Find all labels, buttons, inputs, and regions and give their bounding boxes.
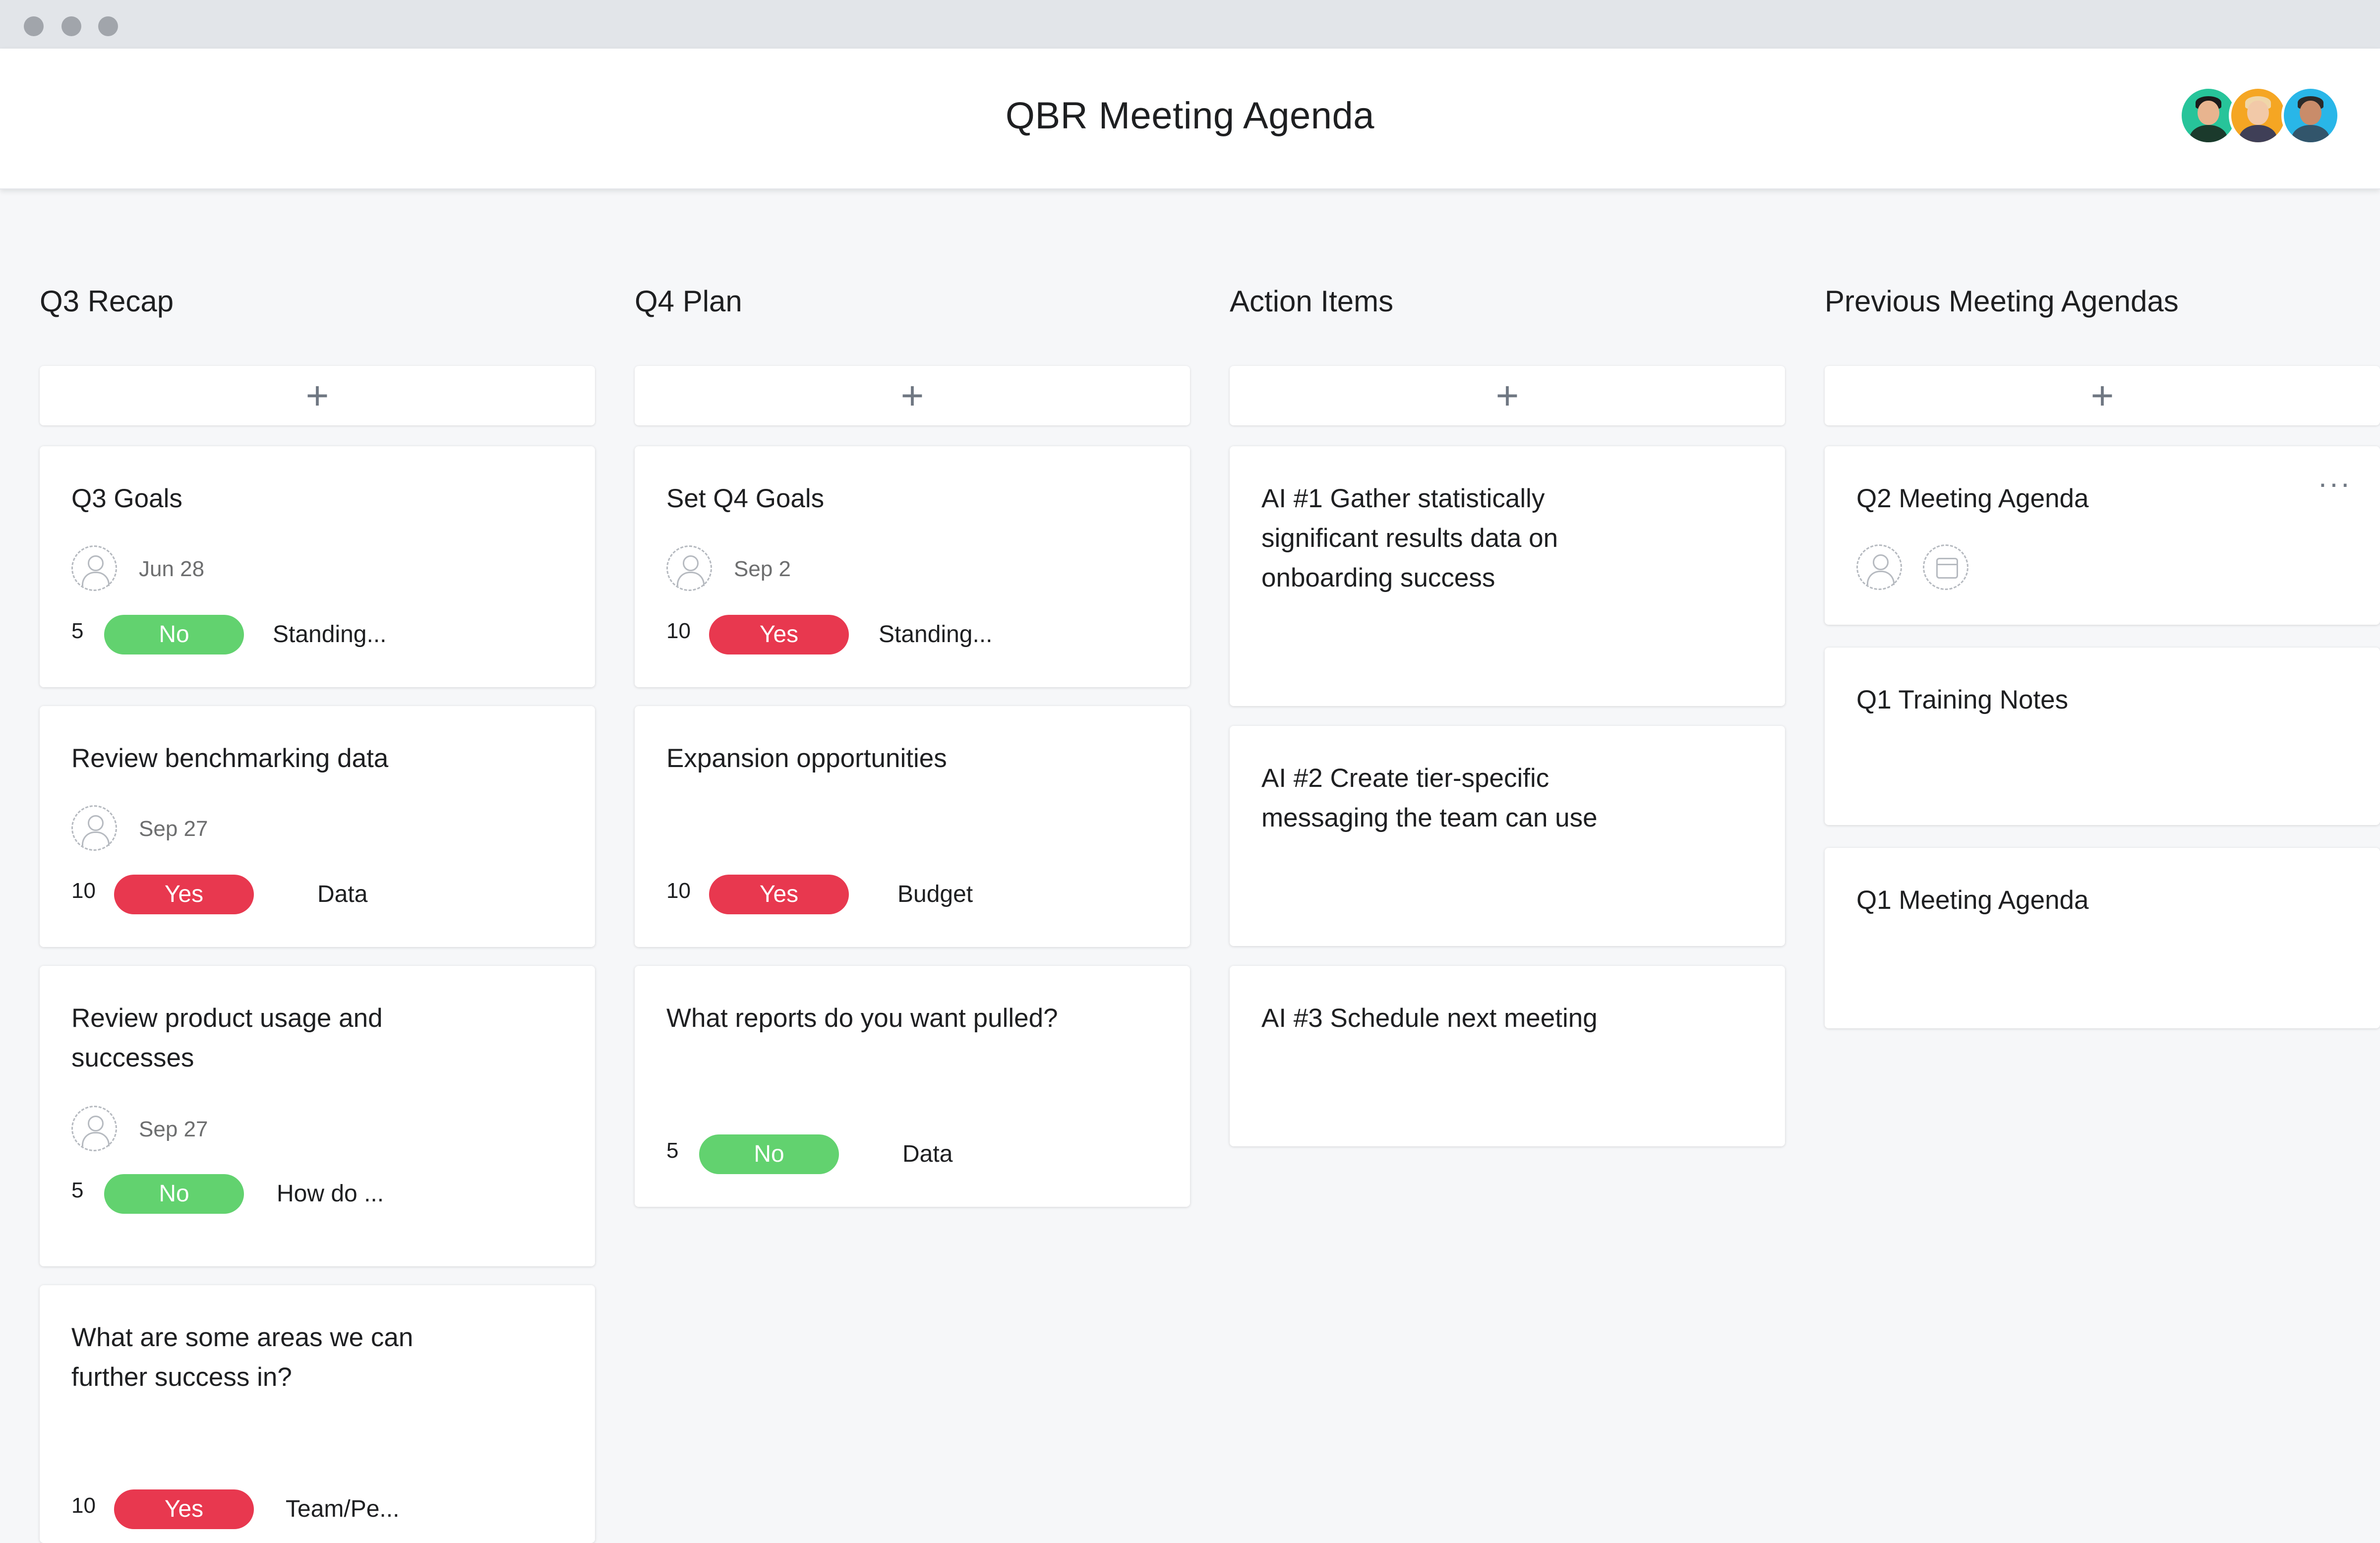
calendar-icon[interactable]: [1923, 544, 1968, 590]
estimate-value: 10: [666, 619, 691, 643]
members-avatars[interactable]: [2179, 86, 2343, 148]
due-date[interactable]: Sep 27: [139, 1117, 208, 1142]
status-pill[interactable]: Yes: [114, 875, 254, 914]
task-card[interactable]: Review benchmarking data Sep 27 10 Yes D…: [40, 706, 595, 947]
task-card[interactable]: What reports do you want pulled? 5 No Da…: [635, 966, 1190, 1207]
estimate-value: 10: [666, 879, 691, 903]
due-date[interactable]: Sep 27: [139, 817, 208, 841]
project-header: QBR Meeting Agenda: [0, 49, 2380, 189]
estimate-value: 10: [71, 879, 96, 903]
category-tag: Standing...: [273, 621, 387, 648]
category-tag: Data: [317, 881, 368, 907]
status-pill[interactable]: Yes: [114, 1489, 254, 1529]
column-title: Q3 Recap: [40, 285, 174, 318]
window-title-bar: [0, 0, 2380, 49]
column-title: Q4 Plan: [635, 285, 742, 318]
task-card[interactable]: Q1 Training Notes: [1825, 648, 2380, 825]
avatar[interactable]: [2229, 86, 2287, 145]
assignee-placeholder-icon[interactable]: [71, 1106, 117, 1151]
column-title: Action Items: [1230, 285, 1394, 318]
assignee-placeholder-icon[interactable]: [666, 545, 712, 591]
status-pill[interactable]: Yes: [709, 615, 849, 654]
task-title: Review benchmarking data: [71, 744, 389, 773]
assignee-placeholder-icon[interactable]: [71, 805, 117, 851]
add-task-button[interactable]: +: [1230, 366, 1785, 425]
add-task-button[interactable]: +: [1825, 366, 2380, 425]
estimate-value: 5: [666, 1138, 679, 1163]
more-options-icon[interactable]: ...: [2319, 462, 2352, 492]
board-column-q4-plan: Q4 Plan + Set Q4 Goals Sep 2 10 Yes Stan…: [635, 278, 1190, 1207]
board-column-action-items: Action Items + AI #1 Gather statisticall…: [1230, 278, 1785, 1146]
assignee-placeholder-icon[interactable]: [71, 545, 117, 591]
status-pill[interactable]: No: [699, 1134, 839, 1174]
add-task-button[interactable]: +: [635, 366, 1190, 425]
task-title: Q2 Meeting Agenda: [1856, 484, 2089, 513]
task-card[interactable]: Expansion opportunities 10 Yes Budget: [635, 706, 1190, 947]
category-tag: Team/Pe...: [286, 1496, 400, 1522]
category-tag: Standing...: [879, 621, 993, 648]
task-title: What reports do you want pulled?: [666, 1004, 1058, 1033]
task-title: Set Q4 Goals: [666, 484, 825, 513]
status-pill[interactable]: No: [104, 1174, 244, 1214]
assignee-placeholder-icon[interactable]: [1856, 544, 1902, 590]
task-title: What are some areas we can further succe…: [71, 1323, 414, 1392]
task-title: Q1 Training Notes: [1856, 685, 2069, 714]
window-minimize-dot[interactable]: [61, 16, 81, 36]
task-card[interactable]: AI #1 Gather statistically significant r…: [1230, 446, 1785, 706]
task-card[interactable]: Review product usage and successes Sep 2…: [40, 966, 595, 1266]
task-card[interactable]: Q1 Meeting Agenda: [1825, 848, 2380, 1028]
category-tag: How do ...: [277, 1181, 384, 1207]
estimate-value: 10: [71, 1493, 96, 1518]
task-card[interactable]: Q2 Meeting Agenda ...: [1825, 446, 2380, 625]
category-tag: Budget: [897, 881, 973, 907]
task-title: AI #3 Schedule next meeting: [1261, 1004, 1598, 1033]
project-title: QBR Meeting Agenda: [1005, 95, 1375, 137]
status-pill[interactable]: No: [104, 615, 244, 654]
task-title: Q3 Goals: [71, 484, 182, 513]
task-card[interactable]: Q3 Goals Jun 28 5 No Standing...: [40, 446, 595, 687]
task-card[interactable]: AI #2 Create tier-specific messaging the…: [1230, 726, 1785, 946]
due-date[interactable]: Sep 2: [734, 557, 791, 582]
window-zoom-dot[interactable]: [98, 16, 118, 36]
task-title: Q1 Meeting Agenda: [1856, 886, 2089, 915]
board-column-previous-agendas: Previous Meeting Agendas + Q2 Meeting Ag…: [1825, 278, 2380, 1028]
category-tag: Data: [902, 1141, 953, 1167]
add-task-button[interactable]: +: [40, 366, 595, 425]
avatar[interactable]: [2281, 86, 2340, 145]
task-card[interactable]: What are some areas we can further succe…: [40, 1285, 595, 1543]
window-close-dot[interactable]: [24, 16, 44, 36]
status-pill[interactable]: Yes: [709, 875, 849, 914]
task-title: AI #2 Create tier-specific messaging the…: [1261, 764, 1598, 832]
task-title: Expansion opportunities: [666, 744, 947, 773]
task-card[interactable]: Set Q4 Goals Sep 2 10 Yes Standing...: [635, 446, 1190, 687]
column-title: Previous Meeting Agendas: [1825, 285, 2179, 318]
due-date[interactable]: Jun 28: [139, 557, 204, 582]
estimate-value: 5: [71, 1178, 84, 1202]
task-card[interactable]: AI #3 Schedule next meeting: [1230, 966, 1785, 1146]
estimate-value: 5: [71, 619, 84, 643]
task-title: Review product usage and successes: [71, 1004, 383, 1072]
board-column-q3-recap: Q3 Recap + Q3 Goals Jun 28 5 No Standing…: [40, 278, 595, 1543]
task-title: AI #1 Gather statistically significant r…: [1261, 484, 1558, 593]
